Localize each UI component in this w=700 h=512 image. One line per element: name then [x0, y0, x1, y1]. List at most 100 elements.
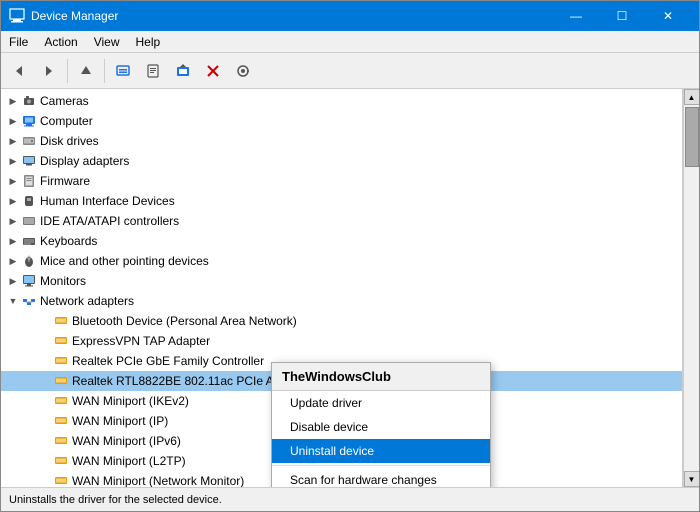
expander-cameras[interactable]: ▶ — [5, 93, 21, 109]
wan-netmon-icon — [53, 473, 69, 487]
wan-ikev2-label: WAN Miniport (IKEv2) — [72, 394, 189, 408]
forward-button[interactable] — [35, 57, 63, 85]
tree-item-computer[interactable]: ▶ Computer — [1, 111, 682, 131]
title-bar: Device Manager — ☐ ✕ — [1, 1, 699, 31]
menu-file[interactable]: File — [1, 31, 36, 52]
scroll-thumb[interactable] — [685, 107, 699, 167]
expander-computer[interactable]: ▶ — [5, 113, 21, 129]
tree-item-disk-drives[interactable]: ▶ Disk drives — [1, 131, 682, 151]
tree-item-ide[interactable]: ▶ IDE ATA/ATAPI controllers — [1, 211, 682, 231]
display-adapters-icon — [21, 153, 37, 169]
mice-label: Mice and other pointing devices — [40, 254, 209, 268]
back-button[interactable] — [5, 57, 33, 85]
wan-ipv6-label: WAN Miniport (IPv6) — [72, 434, 181, 448]
update-driver-button[interactable] — [169, 57, 197, 85]
expander-display-adapters[interactable]: ▶ — [5, 153, 21, 169]
wan-netmon-label: WAN Miniport (Network Monitor) — [72, 474, 244, 487]
keyboards-label: Keyboards — [40, 234, 97, 248]
app-icon — [9, 8, 25, 24]
wan-ip-label: WAN Miniport (IP) — [72, 414, 168, 428]
monitors-label: Monitors — [40, 274, 86, 288]
tree-item-bluetooth[interactable]: ▶ Bluetooth Device (Personal Area Networ… — [1, 311, 682, 331]
mice-icon — [21, 253, 37, 269]
network-adapters-icon — [21, 293, 37, 309]
monitors-icon — [21, 273, 37, 289]
cameras-icon — [21, 93, 37, 109]
tree-item-monitors[interactable]: ▶ Monitors — [1, 271, 682, 291]
tree-item-firmware[interactable]: ▶ Firmware — [1, 171, 682, 191]
tree-item-hid[interactable]: ▶ Human Interface Devices — [1, 191, 682, 211]
expander-hid[interactable]: ▶ — [5, 193, 21, 209]
expander-network-adapters[interactable]: ▼ — [5, 293, 21, 309]
firmware-label: Firmware — [40, 174, 90, 188]
expander-firmware[interactable]: ▶ — [5, 173, 21, 189]
close-button[interactable]: ✕ — [645, 1, 691, 31]
menu-view[interactable]: View — [86, 31, 128, 52]
content-area: ▶ Cameras ▶ Computer ▶ Disk d — [1, 89, 699, 487]
disk-drives-icon — [21, 133, 37, 149]
hid-label: Human Interface Devices — [40, 194, 175, 208]
show-hidden-button[interactable] — [109, 57, 137, 85]
cameras-label: Cameras — [40, 94, 89, 108]
window-controls: — ☐ ✕ — [553, 1, 691, 31]
window-title: Device Manager — [31, 9, 553, 23]
scroll-up-button[interactable]: ▲ — [684, 89, 700, 105]
tree-item-cameras[interactable]: ▶ Cameras — [1, 91, 682, 111]
scroll-down-button[interactable]: ▼ — [684, 471, 700, 487]
scrollbar[interactable]: ▲ ▼ — [683, 89, 699, 487]
context-menu: TheWindowsClub Update driver Disable dev… — [271, 362, 491, 487]
tree-item-network-adapters[interactable]: ▼ Network adapters — [1, 291, 682, 311]
tree-item-mice[interactable]: ▶ Mice and other pointing devices — [1, 251, 682, 271]
menu-help[interactable]: Help — [128, 31, 169, 52]
bluetooth-icon — [53, 313, 69, 329]
status-bar: Uninstalls the driver for the selected d… — [1, 487, 699, 511]
firmware-icon — [21, 173, 37, 189]
ide-icon — [21, 213, 37, 229]
computer-label: Computer — [40, 114, 93, 128]
expander-disk-drives[interactable]: ▶ — [5, 133, 21, 149]
expressvpn-icon — [53, 333, 69, 349]
expressvpn-label: ExpressVPN TAP Adapter — [72, 334, 210, 348]
context-menu-uninstall-device[interactable]: Uninstall device — [272, 439, 490, 463]
computer-icon — [21, 113, 37, 129]
realtek-wifi-icon — [53, 373, 69, 389]
wan-l2tp-icon — [53, 453, 69, 469]
maximize-button[interactable]: ☐ — [599, 1, 645, 31]
properties-button[interactable] — [139, 57, 167, 85]
keyboards-icon — [21, 233, 37, 249]
toolbar-separator-1 — [67, 59, 68, 83]
wan-l2tp-label: WAN Miniport (L2TP) — [72, 454, 186, 468]
menu-action[interactable]: Action — [36, 31, 85, 52]
context-menu-update-driver[interactable]: Update driver — [272, 391, 490, 415]
context-menu-separator — [272, 465, 490, 466]
wan-ipv6-icon — [53, 433, 69, 449]
scan-button[interactable] — [229, 57, 257, 85]
toolbar-separator-2 — [104, 59, 105, 83]
wan-ip-icon — [53, 413, 69, 429]
realtek-gbe-icon — [53, 353, 69, 369]
tree-item-expressvpn[interactable]: ▶ ExpressVPN TAP Adapter — [1, 331, 682, 351]
menu-bar: File Action View Help — [1, 31, 699, 53]
expander-ide[interactable]: ▶ — [5, 213, 21, 229]
device-manager-window: Device Manager — ☐ ✕ File Action View He… — [0, 0, 700, 512]
tree-item-keyboards[interactable]: ▶ Keyboards — [1, 231, 682, 251]
up-button[interactable] — [72, 57, 100, 85]
bluetooth-label: Bluetooth Device (Personal Area Network) — [72, 314, 297, 328]
expander-keyboards[interactable]: ▶ — [5, 233, 21, 249]
disk-drives-label: Disk drives — [40, 134, 99, 148]
ide-label: IDE ATA/ATAPI controllers — [40, 214, 179, 228]
wan-ikev2-icon — [53, 393, 69, 409]
expander-mice[interactable]: ▶ — [5, 253, 21, 269]
context-menu-disable-device[interactable]: Disable device — [272, 415, 490, 439]
tree-item-display-adapters[interactable]: ▶ Display adapters — [1, 151, 682, 171]
minimize-button[interactable]: — — [553, 1, 599, 31]
context-menu-scan-hardware[interactable]: Scan for hardware changes — [272, 468, 490, 487]
display-adapters-label: Display adapters — [40, 154, 129, 168]
hid-icon — [21, 193, 37, 209]
uninstall-button[interactable] — [199, 57, 227, 85]
status-text: Uninstalls the driver for the selected d… — [9, 494, 222, 506]
network-adapters-label: Network adapters — [40, 294, 134, 308]
context-menu-header: TheWindowsClub — [272, 363, 490, 391]
realtek-gbe-label: Realtek PCIe GbE Family Controller — [72, 354, 264, 368]
expander-monitors[interactable]: ▶ — [5, 273, 21, 289]
